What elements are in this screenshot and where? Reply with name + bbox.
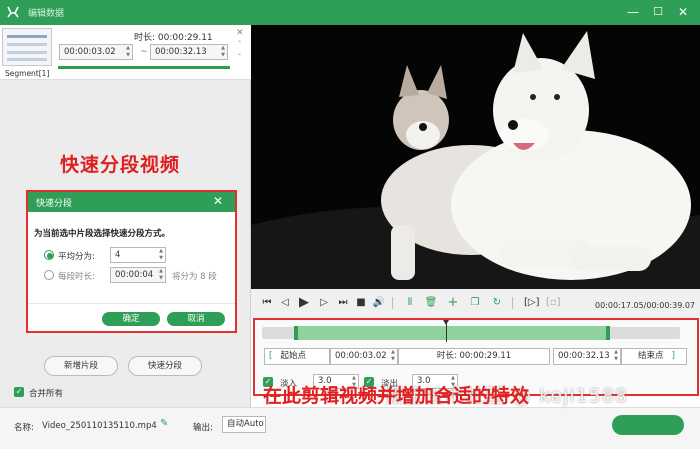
volume-icon[interactable]: 🔊 [372,296,386,310]
edit-end-input[interactable]: 00:00:32.13 ▲ ▼ [553,348,621,365]
dialog-cancel-button[interactable]: 取消 [167,312,225,326]
fast-segment-button[interactable]: 快速分段 [128,356,202,376]
skip-start-icon[interactable]: ⏮ [260,296,274,310]
window-title: 编辑数据 [28,9,65,19]
merge-all-label: 合并所有 [29,389,64,399]
output-filename: Video_250110135110.mp4 [42,421,157,431]
segment-end-input[interactable]: 00:00:32.13 ▲ ▼ [150,44,228,60]
dialog-close-icon[interactable]: ✕ [211,194,225,208]
timeline-selection[interactable] [294,326,610,340]
segment-duration: 时长: 00:00:29.11 [134,33,213,43]
edit-name-icon[interactable]: ✎ [160,418,168,429]
output-select[interactable]: 自动Auto [222,416,266,433]
segment-progress [58,66,230,69]
app-logo-icon [7,6,19,18]
dialog-confirm-button[interactable]: 确定 [102,312,160,326]
dogs-image [251,25,700,289]
transport-separator-2 [512,297,513,309]
each-duration-result: 将分为 8 段 [172,272,217,282]
split-icon[interactable]: ⫴ [403,296,417,310]
segment-start-input[interactable]: 00:00:03.02 ▲ ▼ [59,44,133,60]
minimize-button[interactable]: — [623,3,643,21]
title-bar: 编辑数据 — ☐ ✕ [0,0,700,25]
equal-split-label: 平均分为: [58,252,95,262]
dialog-divider [28,303,235,304]
each-duration-input[interactable]: 00:00:04 ▲ ▼ [110,267,166,283]
reset-icon[interactable]: ↻ [490,296,504,310]
annotation-edit: 在此剪辑视频并增加合适的特效 [263,385,530,407]
set-start-button[interactable]: [ 起始点 [264,348,330,365]
segment-thumbnail[interactable] [2,28,52,66]
name-label: 名称: [14,423,34,433]
edit-duration: 时长: 00:00:29.11 [398,348,550,365]
output-label: 输出: [193,423,213,433]
start-export-button[interactable] [612,415,684,435]
annotation-fast-segment: 快速分段视频 [60,154,181,176]
step-forward-icon[interactable]: ▷ [317,296,331,310]
stop-icon[interactable]: ■ [354,296,368,310]
copy-icon[interactable]: ❐ [468,296,482,310]
range-separator: ~ [140,47,148,57]
play-icon[interactable]: ▶ [297,296,311,310]
transport-separator [392,297,393,309]
merge-all-checkbox[interactable]: ✓ [14,387,24,397]
step-back-icon[interactable]: ◁ [278,296,292,310]
close-button[interactable]: ✕ [673,3,693,21]
each-duration-label: 每段时长: [58,272,95,282]
radio-each-duration[interactable] [44,270,54,280]
new-segment-button[interactable]: 新增片段 [44,356,118,376]
maximize-button[interactable]: ☐ [648,3,668,21]
mark-in-icon[interactable]: [▷] [524,296,540,310]
dialog-title: 快速分段 [36,199,73,209]
edit-start-input[interactable]: 00:00:03.02 ▲ ▼ [330,348,398,365]
trash-icon[interactable]: 🗑 [424,296,438,310]
segment-label: Segment[1] [5,69,50,78]
timeline-playhead[interactable] [443,320,449,342]
playback-time: 00:00:17.05/00:00:39.07 [595,301,695,310]
dialog-prompt: 为当前选中片段选择快速分段方式。 [34,229,171,239]
segment-down-icon[interactable]: ⌄ [237,50,242,57]
skip-end-icon[interactable]: ⏭ [336,296,350,310]
set-end-button[interactable]: 结束点 ] [621,348,687,365]
mark-out-icon[interactable]: [▫] [546,296,561,310]
add-icon[interactable]: + [446,296,460,310]
segment-up-icon[interactable]: ⌃ [237,40,242,47]
segment-delete-icon[interactable]: ✕ [236,28,244,38]
radio-equal-split[interactable] [44,250,54,260]
video-preview[interactable] [251,25,700,289]
equal-split-input[interactable]: 4 ▲ ▼ [110,247,166,263]
